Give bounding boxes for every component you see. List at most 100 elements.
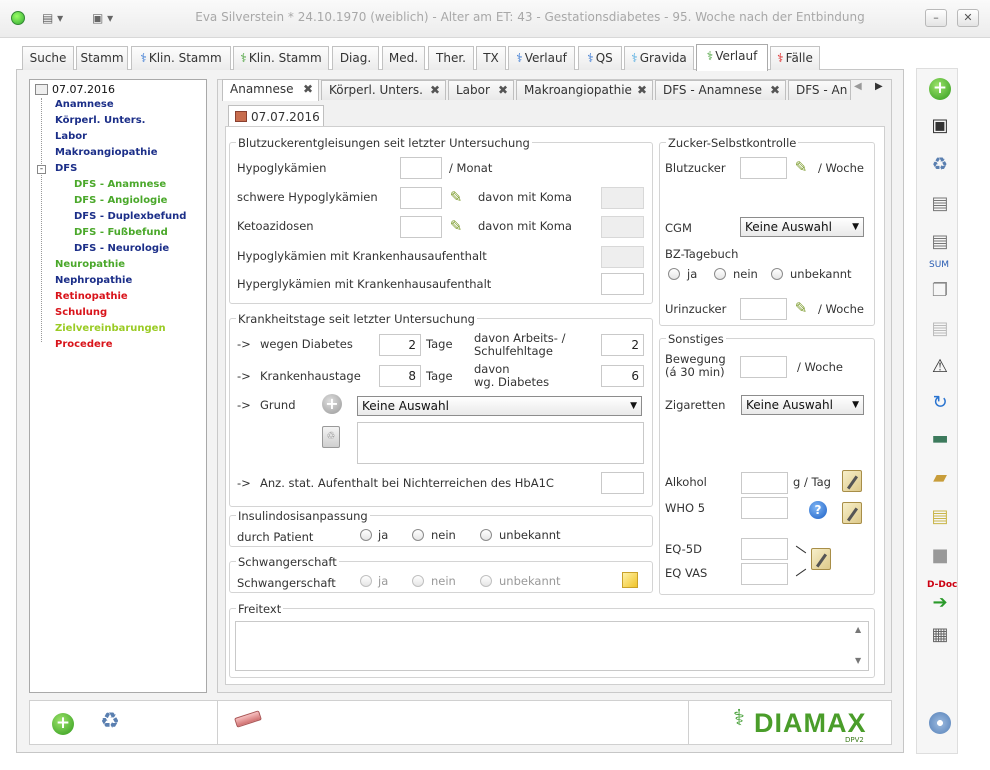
edit-icon[interactable] xyxy=(842,502,862,524)
recycle-bin-icon[interactable]: ♻ xyxy=(925,150,955,180)
radio-insulin-ja[interactable] xyxy=(360,529,372,541)
tree-item-dfs-anamnese[interactable]: DFS - Anamnese xyxy=(74,179,166,191)
note-icon[interactable] xyxy=(622,572,638,588)
tab-faelle[interactable]: ⚕ Fälle xyxy=(770,46,820,70)
export-arrow-icon[interactable]: ➔ xyxy=(925,588,955,618)
save-icon[interactable]: ▣ xyxy=(925,111,955,141)
close-tab-icon[interactable]: ✖ xyxy=(430,81,440,99)
recycle-bin-icon[interactable]: ♻ xyxy=(97,709,123,739)
calculator-icon[interactable]: ✎ xyxy=(447,217,465,235)
field-hyper-kh[interactable] xyxy=(601,273,644,295)
close-tab-icon[interactable]: ✖ xyxy=(303,80,313,98)
field-schwere-hypo[interactable] xyxy=(400,187,442,209)
tree-item-anamnese[interactable]: Anamnese xyxy=(55,99,114,111)
subtab-labor[interactable]: Labor ✖ xyxy=(448,80,514,100)
trash-icon[interactable]: ♲ xyxy=(322,426,340,448)
printer-icon[interactable]: ▦ xyxy=(925,620,955,650)
tree-item-labor[interactable]: Labor xyxy=(55,131,87,143)
close-tab-icon[interactable]: ✖ xyxy=(770,81,780,99)
field-krankenhaustage[interactable]: 8 xyxy=(379,365,421,387)
notes-icon[interactable]: ▤ xyxy=(925,502,955,532)
tab-diag[interactable]: Diag. xyxy=(332,46,379,70)
calculator-icon[interactable]: ✎ xyxy=(792,299,810,317)
close-tab-icon[interactable]: ✖ xyxy=(498,81,508,99)
tree-item-retinopathie[interactable]: Retinopathie xyxy=(55,291,128,303)
tree-item-dfs-angiologie[interactable]: DFS - Angiologie xyxy=(74,195,167,207)
tab-qs[interactable]: ⚕ QS xyxy=(578,46,622,70)
copy-icon[interactable]: ❐ xyxy=(925,276,955,306)
calculator-icon[interactable]: ✎ xyxy=(447,188,465,206)
field-ketoazidosen[interactable] xyxy=(400,216,442,238)
tree-item-koerperl[interactable]: Körperl. Unters. xyxy=(55,115,145,127)
tab-klin-stamm-2[interactable]: ⚕ Klin. Stamm xyxy=(233,46,329,70)
radio-insulin-unbekannt[interactable] xyxy=(480,529,492,541)
minimize-button[interactable]: – xyxy=(925,9,947,27)
collapse-icon[interactable]: - xyxy=(37,165,46,174)
warning-icon[interactable]: ⚠ xyxy=(925,352,955,382)
tab-suche[interactable]: Suche xyxy=(22,46,74,70)
field-blutzucker[interactable] xyxy=(740,157,787,179)
tab-klin-stamm-1[interactable]: ⚕ Klin. Stamm xyxy=(131,46,231,70)
subtab-makroangiopathie[interactable]: Makroangiopathie ✖ xyxy=(516,80,653,100)
tree-item-dfs-fussbefund[interactable]: DFS - Fußbefund xyxy=(74,227,168,239)
zigaretten-select[interactable]: Keine Auswahl ▼ xyxy=(741,395,864,415)
subtab-anamnese[interactable]: Anamnese ✖ xyxy=(222,79,319,101)
field-koma-2[interactable] xyxy=(601,216,644,238)
toolbar-menu-icon[interactable]: ▤ ▾ xyxy=(42,9,63,27)
radio-bz-ja[interactable] xyxy=(668,268,680,280)
grund-list[interactable] xyxy=(357,422,644,464)
field-urinzucker[interactable] xyxy=(740,298,787,320)
disc-icon[interactable] xyxy=(925,712,955,742)
field-arbeitsfehltage[interactable]: 2 xyxy=(601,334,644,356)
tree-item-neuropathie[interactable]: Neuropathie xyxy=(55,259,125,271)
tree-item-dfs[interactable]: DFS xyxy=(55,163,77,175)
tree-item-dfs-duplexbefund[interactable]: DFS - Duplexbefund xyxy=(74,211,186,223)
card-icon[interactable]: ▬ xyxy=(925,424,955,454)
tab-verlauf-1[interactable]: ⚕ Verlauf xyxy=(508,46,575,70)
edit-icon[interactable] xyxy=(842,470,862,492)
field-alkohol[interactable] xyxy=(741,472,788,494)
refresh-icon[interactable]: ↻ xyxy=(925,388,955,418)
box-icon[interactable]: ■ xyxy=(925,541,955,571)
field-eq5d[interactable] xyxy=(741,538,788,560)
document-arrow-icon[interactable]: ▤ xyxy=(925,314,955,344)
add-icon[interactable]: + xyxy=(925,73,955,103)
tree-item-schulung[interactable]: Schulung xyxy=(55,307,107,319)
field-hypoglykaemien[interactable] xyxy=(400,157,442,179)
add-entry-icon[interactable]: + xyxy=(52,713,74,735)
tree-item-zielvereinbarungen[interactable]: Zielvereinbarungen xyxy=(55,323,166,335)
tree-item-nephropathie[interactable]: Nephropathie xyxy=(55,275,132,287)
field-wegen-diabetes[interactable]: 2 xyxy=(379,334,421,356)
tab-med[interactable]: Med. xyxy=(382,46,425,70)
cgm-select[interactable]: Keine Auswahl ▼ xyxy=(740,217,864,237)
tree-item-dfs-neurologie[interactable]: DFS - Neurologie xyxy=(74,243,169,255)
close-button[interactable]: ✕ xyxy=(957,9,979,27)
tree-root-date[interactable]: 07.07.2016 xyxy=(52,84,115,96)
tab-scroll-right-icon[interactable]: ▶ xyxy=(875,81,883,92)
help-icon[interactable]: ? xyxy=(809,501,827,519)
tree-item-procedere[interactable]: Procedere xyxy=(55,339,113,351)
edit-icon[interactable] xyxy=(811,548,831,570)
subtab-dfs-an[interactable]: DFS - An xyxy=(788,80,851,100)
scroll-down-icon[interactable]: ▼ xyxy=(855,656,861,665)
tab-stamm[interactable]: Stamm xyxy=(76,46,128,70)
field-stat-aufenthalt[interactable] xyxy=(601,472,644,494)
calculator-icon[interactable]: ✎ xyxy=(792,158,810,176)
tab-tx[interactable]: TX xyxy=(476,46,506,70)
tab-scroll-left-icon[interactable]: ◀ xyxy=(854,81,862,92)
tree-item-makroangiopathie[interactable]: Makroangiopathie xyxy=(55,147,158,159)
close-tab-icon[interactable]: ✖ xyxy=(637,81,647,99)
radio-schwanger-nein[interactable] xyxy=(412,575,424,587)
radio-schwanger-ja[interactable] xyxy=(360,575,372,587)
field-who5[interactable] xyxy=(741,497,788,519)
field-wg-diabetes[interactable]: 6 xyxy=(601,365,644,387)
radio-schwanger-unbekannt[interactable] xyxy=(480,575,492,587)
tab-gravida[interactable]: ⚕ Gravida xyxy=(624,46,694,70)
subtab-dfs-anamnese[interactable]: DFS - Anamnese ✖ xyxy=(655,80,786,100)
save-menu-icon[interactable]: ▣ ▾ xyxy=(92,9,113,27)
tab-ther[interactable]: Ther. xyxy=(428,46,474,70)
field-koma-1[interactable] xyxy=(601,187,644,209)
add-icon[interactable]: + xyxy=(322,394,342,414)
subtab-koerperl[interactable]: Körperl. Unters. ✖ xyxy=(321,80,446,100)
document-icon[interactable]: ▤ xyxy=(925,189,955,219)
